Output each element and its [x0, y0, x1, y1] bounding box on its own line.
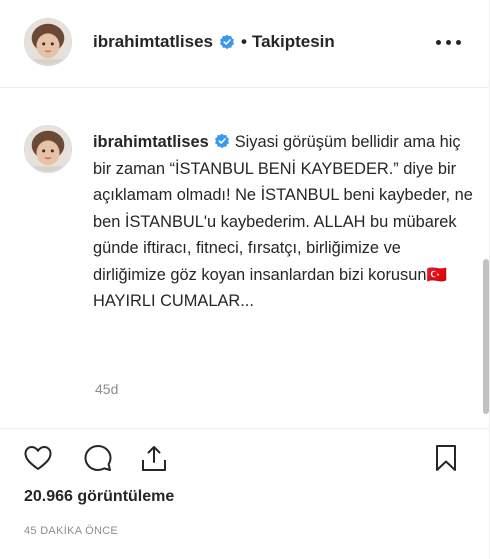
comment-icon[interactable] [80, 440, 116, 476]
caption-text: ibrahimtatlises Siyasi görüşüm bellidir … [93, 129, 478, 315]
comments-section: ibrahimtatlises Siyasi görüşüm bellidir … [0, 88, 490, 428]
heart-icon[interactable] [20, 440, 56, 476]
following-button[interactable]: Takiptesin [252, 32, 335, 52]
share-icon[interactable] [136, 440, 172, 476]
scrollbar-thumb[interactable] [483, 259, 489, 414]
post-actions: 20.966 görüntüleme 45 DAKİKA ÖNCE [0, 428, 490, 559]
header-user-line: ibrahimtatlises • Takiptesin [93, 30, 335, 54]
post-time: 45 DAKİKA ÖNCE [24, 525, 119, 537]
avatar-image [25, 19, 71, 65]
caption-body: Siyasi görüşüm bellidir ama hiç bir zama… [93, 133, 473, 310]
bookmark-icon[interactable] [428, 440, 464, 476]
caption-username-link[interactable]: ibrahimtatlises [93, 133, 209, 151]
post-panel: ibrahimtatlises • Takiptesin ibrahimtatl… [0, 0, 490, 559]
username-link[interactable]: ibrahimtatlises [93, 32, 213, 52]
separator-dot: • [241, 32, 247, 51]
verified-badge-icon [219, 34, 235, 50]
post-header: ibrahimtatlises • Takiptesin [0, 0, 490, 88]
verified-badge-icon [214, 131, 230, 149]
caption-avatar[interactable] [24, 125, 72, 173]
more-options-icon[interactable] [428, 28, 468, 56]
avatar[interactable] [24, 18, 72, 66]
view-count[interactable]: 20.966 görüntüleme [24, 488, 174, 506]
avatar-image [25, 126, 71, 172]
caption-timestamp[interactable]: 45d [95, 381, 118, 397]
